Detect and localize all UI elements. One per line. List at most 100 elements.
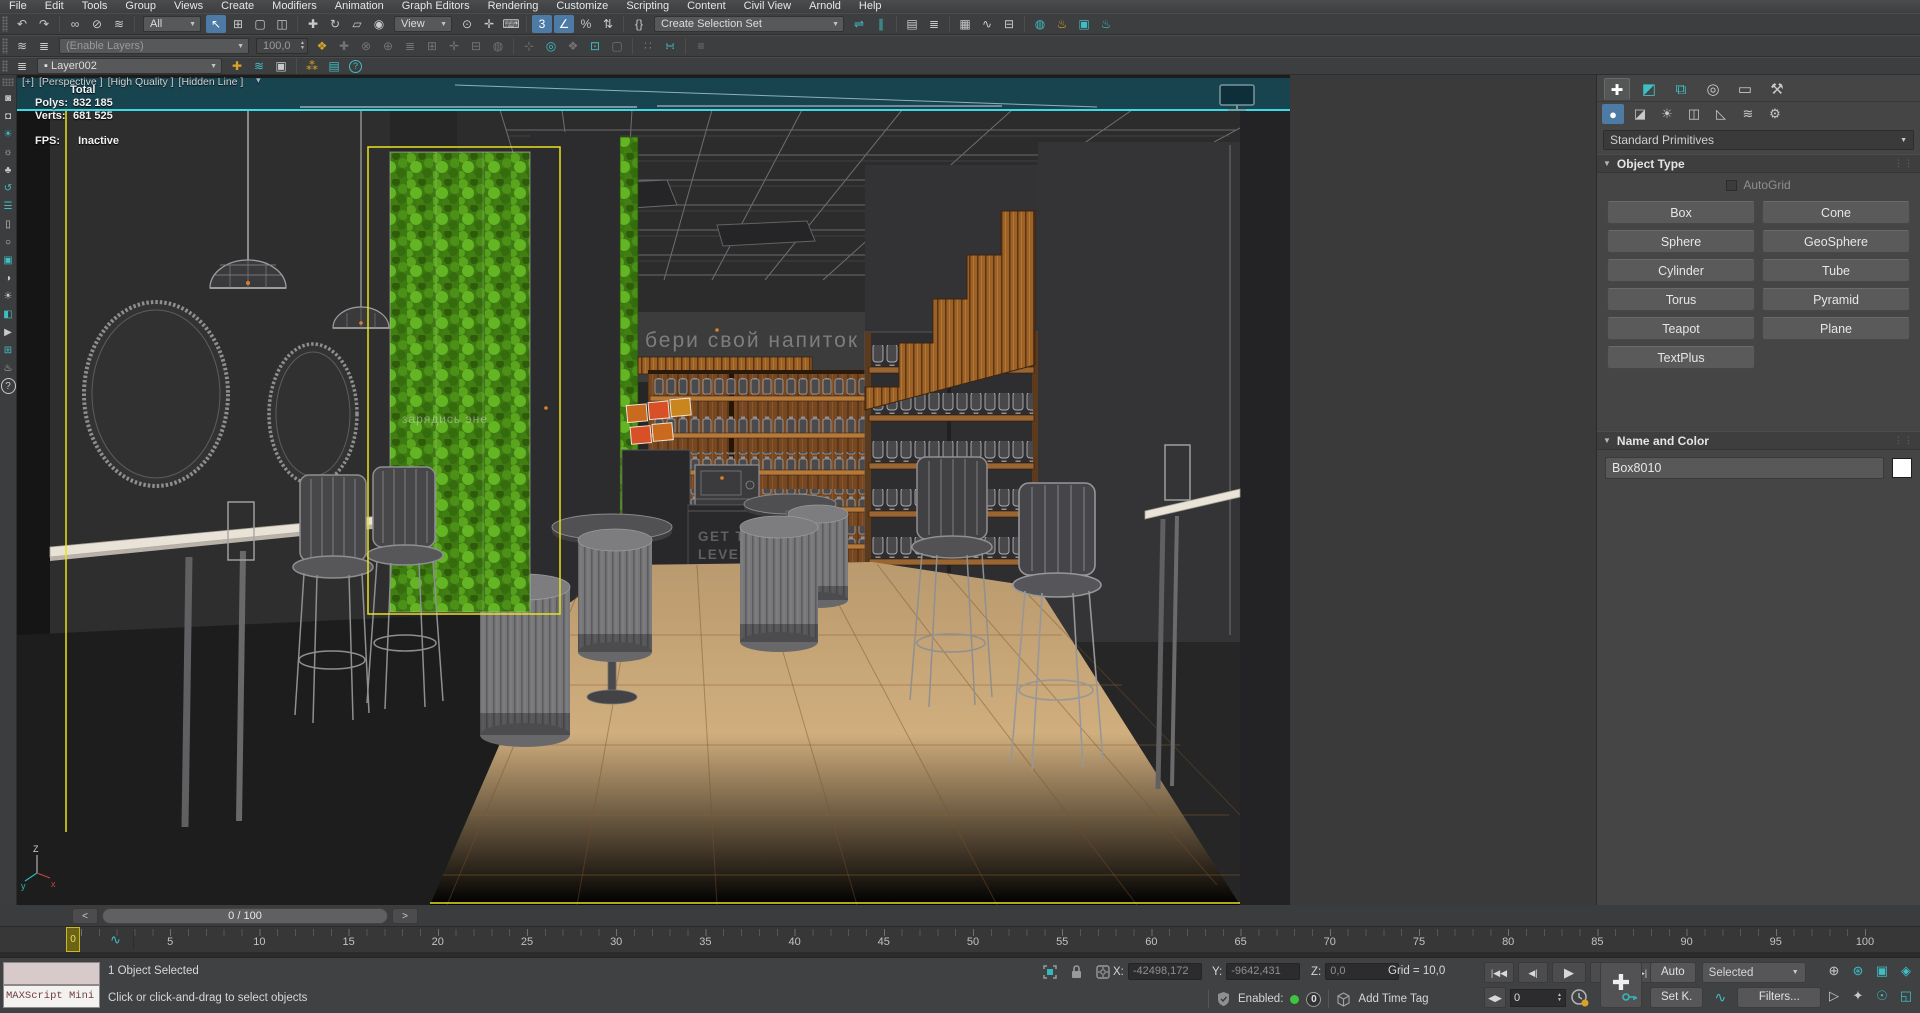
pan-icon[interactable]: ▷ (1823, 985, 1845, 1007)
edit-named-selection-sets-icon[interactable]: {} (629, 15, 649, 33)
track-bar[interactable]: 5101520253035404550556065707580859095100… (0, 927, 1920, 952)
help-icon[interactable]: ? (349, 60, 362, 73)
select-and-link-icon[interactable]: ∞ (65, 15, 85, 33)
key-mode-toggle[interactable]: ◀▶ (1484, 987, 1506, 1008)
x-coordinate-field[interactable]: -42498,172 (1128, 963, 1202, 980)
menu-item[interactable]: File (0, 0, 36, 13)
selection-lock-icon[interactable] (1070, 964, 1083, 980)
primitive-category-dropdown[interactable]: Standard Primitives ▼ (1603, 130, 1914, 150)
menu-item[interactable]: Graph Editors (393, 0, 479, 13)
auto-key-button[interactable]: Auto (1650, 962, 1696, 983)
reference-coordinate-dropdown[interactable]: View▼ (394, 16, 452, 32)
select-and-move-icon[interactable]: ✚ (303, 15, 323, 33)
grid-align-icon[interactable]: ∺ (660, 37, 680, 55)
cat-cameras[interactable]: ◫ (1683, 104, 1705, 124)
object-type-button[interactable]: Torus (1607, 288, 1755, 311)
rectangular-selection-region-icon[interactable]: ▢ (250, 15, 270, 33)
menu-item[interactable]: Edit (36, 0, 73, 13)
toolbar-drag-handle[interactable] (2, 38, 8, 54)
layer-stack-icon[interactable]: ≣ (400, 37, 420, 55)
bulb-icon[interactable]: ☀ (1, 288, 16, 304)
menu-item[interactable]: Scripting (617, 0, 678, 13)
go-to-start-button[interactable]: |◀◀ (1484, 962, 1514, 983)
cat-geometry[interactable]: ● (1602, 104, 1624, 124)
new-layer-icon[interactable]: ❖ (312, 37, 332, 55)
merge-layer-icon[interactable]: ✛ (444, 37, 464, 55)
tab-motion[interactable]: ◎ (1700, 78, 1726, 100)
default-tangent-icon[interactable]: ∿ (1710, 989, 1730, 1007)
zoom-icon[interactable]: ⊕ (1823, 960, 1845, 982)
transform-toolbox-icon[interactable]: ⊡ (585, 37, 605, 55)
render-production-icon[interactable]: ♨ (1096, 15, 1116, 33)
set-key-button[interactable]: Set K. (1650, 987, 1703, 1008)
schematic-view-icon[interactable]: ⊟ (999, 15, 1019, 33)
tab-utilities[interactable]: ⚒ (1764, 78, 1790, 100)
spinner-snap-icon[interactable]: ⇅ (598, 15, 618, 33)
teapot-icon[interactable]: ♨ (1, 360, 16, 376)
physical-camera-icon[interactable]: ◘ (1, 108, 16, 124)
cat-lights[interactable]: ☀ (1656, 104, 1678, 124)
cat-space-warps[interactable]: ≋ (1737, 104, 1759, 124)
autogrid-checkbox[interactable] (1726, 180, 1737, 191)
menu-item[interactable]: Arnold (800, 0, 850, 13)
populate-edit-icon[interactable]: ▤ (324, 57, 344, 75)
menu-item[interactable]: Customize (547, 0, 617, 13)
material-sphere-icon[interactable]: ◑ (1, 270, 16, 286)
object-type-button[interactable]: TextPlus (1607, 346, 1755, 369)
add-time-tag[interactable]: Add Time Tag (1358, 993, 1428, 1005)
collect-layer-icon[interactable]: ⊞ (422, 37, 442, 55)
sunlight-icon[interactable]: ☼ (1, 144, 16, 160)
cat-shapes[interactable]: ◪ (1629, 104, 1651, 124)
menu-item[interactable]: Views (165, 0, 212, 13)
menu-item[interactable]: Create (212, 0, 263, 13)
active-layer-dropdown[interactable]: ▪ Layer002▼ (37, 58, 222, 74)
key-filters-button[interactable]: Filters... (1737, 987, 1821, 1008)
toggle-layer-explorer-icon[interactable]: ≣ (924, 15, 944, 33)
viewport-general-menu[interactable]: [+] (22, 76, 34, 88)
select-and-scale-icon[interactable]: ▱ (347, 15, 367, 33)
preview-icon[interactable]: ▶ (1, 324, 16, 340)
name-color-rollout-header[interactable]: ▼ Name and Color ⋮⋮ (1597, 431, 1920, 450)
previous-frame-button[interactable]: ◀| (1518, 962, 1548, 983)
use-pivot-point-center-icon[interactable]: ⊙ (457, 15, 477, 33)
menu-item[interactable]: Help (850, 0, 891, 13)
select-and-place-icon[interactable]: ◉ (369, 15, 389, 33)
circulate-icon[interactable]: ◍ (488, 37, 508, 55)
mini-curve-editor-button[interactable]: ∿ (98, 932, 134, 950)
snap-toggle-3d-icon[interactable]: 3 (532, 15, 552, 33)
menu-item[interactable]: Content (678, 0, 735, 13)
select-and-manipulate-icon[interactable]: ✛ (479, 15, 499, 33)
menu-item[interactable]: Modifiers (263, 0, 326, 13)
foliage-icon[interactable]: ♣ (1, 162, 16, 178)
enable-layers-dropdown[interactable]: (Enable Layers)▼ (59, 38, 249, 54)
toolbar-drag-handle[interactable] (2, 78, 13, 86)
object-type-button[interactable]: Cylinder (1607, 259, 1755, 282)
funnel-icon[interactable]: ▼ (254, 76, 262, 88)
isolate-selection-icon[interactable] (1042, 964, 1058, 980)
mirror-icon[interactable]: ⇌ (849, 15, 869, 33)
layer-explorer-toggle-icon[interactable]: ≣ (12, 57, 32, 75)
macro-recorder-field[interactable] (3, 962, 100, 985)
alert-count-badge[interactable]: 0 (1306, 992, 1321, 1007)
layer-list-icon[interactable]: ≋ (12, 37, 32, 55)
tab-create[interactable]: ✚ (1604, 78, 1630, 100)
object-type-button[interactable]: Cone (1762, 201, 1910, 224)
cat-helpers[interactable]: ◺ (1710, 104, 1732, 124)
window-crossing-icon[interactable]: ◫ (272, 15, 292, 33)
current-frame-marker[interactable]: 0 (66, 927, 80, 952)
time-slider[interactable]: 0 / 100 (102, 908, 388, 924)
manage-layers-icon[interactable]: ≣ (34, 37, 54, 55)
portrait-icon[interactable]: ▯ (1, 216, 16, 232)
time-configuration-icon[interactable] (1570, 988, 1590, 1008)
security-shield-icon[interactable] (1216, 991, 1231, 1007)
delete-layer-icon[interactable]: ⊗ (356, 37, 376, 55)
align-icon[interactable]: ∥ (871, 15, 891, 33)
object-type-button[interactable]: Sphere (1607, 230, 1755, 253)
select-and-rotate-icon[interactable]: ↻ (325, 15, 345, 33)
menu-item[interactable]: Group (116, 0, 165, 13)
measure-icon[interactable]: ≡ (691, 37, 711, 55)
scene-list-icon[interactable]: ☰ (1, 198, 16, 214)
y-coordinate-field[interactable]: -9642,431 (1226, 963, 1300, 980)
tab-hierarchy[interactable]: ⧉ (1668, 78, 1694, 100)
rendered-frame-window-icon[interactable]: ▣ (1074, 15, 1094, 33)
